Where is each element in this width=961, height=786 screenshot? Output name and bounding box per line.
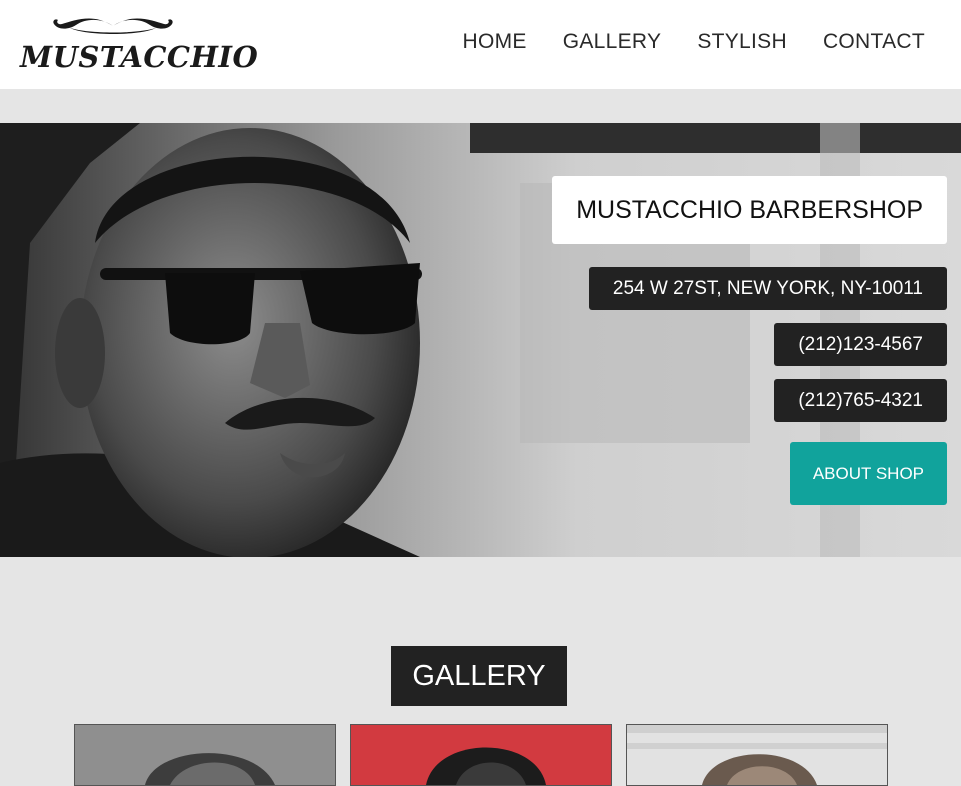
address-label: 254 W 27ST, NEW YORK, NY-10011 — [588, 267, 947, 310]
gallery-thumbnail[interactable] — [350, 724, 612, 786]
gallery-photo-3 — [627, 725, 887, 785]
mustache-icon — [53, 18, 173, 34]
main-nav: HOME GALLERY STYLISH CONTACT — [463, 30, 926, 54]
phone-1-label[interactable]: (212)123-4567 — [774, 323, 947, 366]
nav-contact[interactable]: CONTACT — [823, 30, 925, 54]
gallery-photo-2 — [351, 725, 611, 785]
hero-banner: MUSTACCHIO BARBERSHOP 254 W 27ST, NEW YO… — [0, 123, 961, 557]
gallery-photo-1 — [75, 725, 335, 785]
logo-text: MUSTACCHIO — [20, 40, 259, 74]
gallery-heading: GALLERY — [391, 646, 567, 706]
nav-gallery[interactable]: GALLERY — [563, 30, 662, 54]
phone-2-label[interactable]: (212)765-4321 — [774, 379, 947, 422]
nav-stylish[interactable]: STYLISH — [697, 30, 787, 54]
gallery-thumbnail[interactable] — [626, 724, 888, 786]
about-shop-button[interactable]: ABOUT SHOP — [789, 442, 947, 505]
nav-home[interactable]: HOME — [463, 30, 527, 54]
site-logo[interactable]: MUSTACCHIO — [20, 16, 258, 74]
site-header: MUSTACCHIO HOME GALLERY STYLISH CONTACT — [0, 0, 961, 89]
gallery-thumbnail[interactable] — [74, 724, 336, 786]
shop-title: MUSTACCHIO BARBERSHOP — [552, 176, 947, 244]
